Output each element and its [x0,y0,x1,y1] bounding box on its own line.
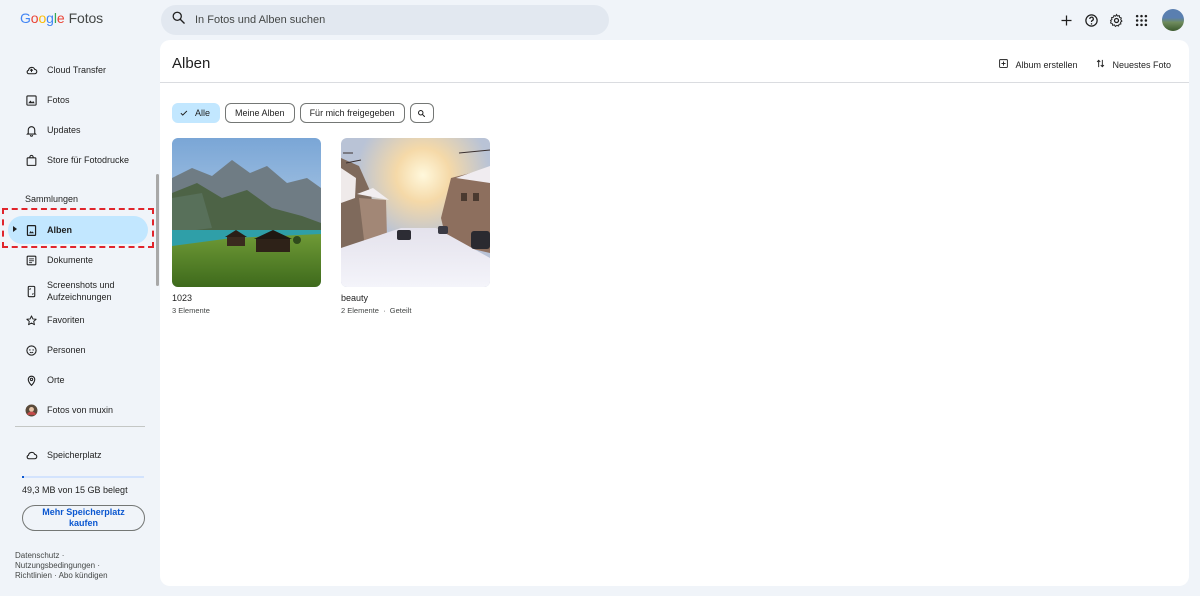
create-album-button[interactable]: Album erstellen [998,58,1077,71]
sidebar-item-label: Speicherplatz [47,450,102,460]
filter-chip-shared-with-me[interactable]: Für mich freigegeben [299,103,405,123]
filter-search-button[interactable] [409,103,434,123]
sidebar-item-store[interactable]: Store für Fotodrucke [14,146,148,174]
sidebar-item-screenshots[interactable]: Screenshots und Aufzeichnungen [14,276,148,306]
sidebar-item-label: Fotos von muxin [47,405,114,415]
sidebar: Cloud Transfer Fotos Updates Store für F… [0,40,158,596]
face-icon [24,343,38,357]
page-title: Alben [172,55,211,72]
sidebar-item-label-wrap: Screenshots und Aufzeichnungen [47,279,115,303]
help-icon[interactable] [1083,10,1099,30]
guidelines-link[interactable]: Richtlinien [15,571,52,580]
create-album-label: Album erstellen [1015,59,1078,70]
search-icon [418,109,426,117]
sidebar-item-label: Store für Fotodrucke [47,155,130,165]
search-bar[interactable] [161,5,609,35]
buy-storage-label: Mehr Speicherplatz kaufen [42,507,125,528]
account-avatar[interactable] [1162,9,1184,31]
main-panel: Alben Album erstellen Neuestes Foto Alle… [160,40,1189,586]
title-divider [160,82,1189,83]
sidebar-item-favoriten[interactable]: Favoriten [14,306,148,334]
sidebar-item-speicherplatz[interactable]: Speicherplatz [14,441,148,469]
shopping-bag-icon [24,153,38,167]
photo-icon [24,93,38,107]
storage-progress-fill [22,476,24,478]
sidebar-item-label-line2: Aufzeichnungen [47,292,112,302]
phone-screenshot-icon [24,284,38,298]
filter-chip-label: Meine Alben [235,108,285,118]
footer-separator: · [61,551,65,560]
search-icon[interactable] [171,10,186,30]
terms-link[interactable]: Nutzungsbedingungen [15,561,95,570]
album-meta: 2 Elemente · Geteilt [341,306,412,315]
sidebar-scrollbar[interactable] [156,174,159,286]
toolbar: Album erstellen Neuestes Foto [998,58,1171,71]
plus-icon[interactable] [1058,10,1074,30]
filter-chip-label: Für mich freigegeben [309,108,395,118]
sidebar-item-label: Cloud Transfer [47,65,107,75]
album-title: beauty [341,293,369,303]
sidebar-item-orte[interactable]: Orte [14,366,148,394]
header-actions [1058,9,1184,31]
sidebar-divider [15,426,145,427]
album-card[interactable]: 1023 3 Elemente [172,138,321,315]
section-label-collections: Sammlungen [25,194,79,204]
settings-icon[interactable] [1108,10,1124,30]
add-box-icon [998,58,1009,71]
footer-links: Datenschutz · Nutzungsbedingungen · Rich… [15,551,145,581]
sidebar-item-fotos-von-muxin[interactable]: Fotos von muxin [14,396,148,424]
sidebar-item-label: Fotos [47,95,70,105]
sidebar-item-cloud-transfer[interactable]: Cloud Transfer [14,56,148,84]
sidebar-item-label: Updates [47,125,81,135]
storage-progress-bar [22,476,144,478]
footer-separator: · [54,571,57,580]
sidebar-item-label: Screenshots und [47,280,115,290]
sidebar-item-dokumente[interactable]: Dokumente [14,246,148,274]
album-card[interactable]: beauty 2 Elemente · Geteilt [341,138,490,315]
highlight-annotation [2,208,154,248]
filter-chips: Alle Meine Alben Für mich freigegeben [172,103,434,123]
logo-brand: Google [20,10,65,26]
sidebar-item-label: Favoriten [47,315,85,325]
cloud-icon [24,448,38,462]
filter-chip-label: Alle [195,108,211,118]
search-input[interactable] [195,14,595,26]
sidebar-item-personen[interactable]: Personen [14,336,148,364]
document-icon [24,253,38,267]
privacy-link[interactable]: Datenschutz [15,551,59,560]
sort-button[interactable]: Neuestes Foto [1095,58,1171,71]
cloud-upload-icon [24,63,38,77]
app-logo[interactable]: Google Fotos [20,10,103,26]
sidebar-item-fotos[interactable]: Fotos [14,86,148,114]
check-icon [180,110,188,116]
apps-grid-icon[interactable] [1133,10,1149,30]
sidebar-item-updates[interactable]: Updates [14,116,148,144]
logo-product: Fotos [68,10,104,26]
album-count: 2 Elemente [341,306,379,315]
album-title: 1023 [172,293,193,303]
footer-separator: · [97,561,100,570]
bell-icon [24,123,38,137]
storage-usage-text: 49,3 MB von 15 GB belegt [22,485,128,495]
location-pin-icon [24,373,38,387]
album-shared-label: Geteilt [389,306,412,315]
album-thumbnail-lake[interactable] [172,138,321,287]
album-count: 3 Elemente [172,306,210,315]
unsubscribe-link[interactable]: Abo kündigen [59,571,108,580]
filter-chip-alle[interactable]: Alle [172,103,221,123]
sidebar-item-label: Personen [47,345,86,355]
album-thumbnail-snow[interactable] [341,138,490,287]
sort-label: Neuestes Foto [1112,59,1171,70]
filter-chip-meine-alben[interactable]: Meine Alben [225,103,295,123]
sidebar-item-label: Orte [47,375,65,385]
sidebar-item-label: Dokumente [47,255,94,265]
buy-storage-button[interactable]: Mehr Speicherplatz kaufen [22,505,145,531]
user-avatar [24,403,38,417]
album-meta: 3 Elemente [172,306,321,315]
star-icon [24,313,38,327]
sort-icon [1095,58,1106,71]
